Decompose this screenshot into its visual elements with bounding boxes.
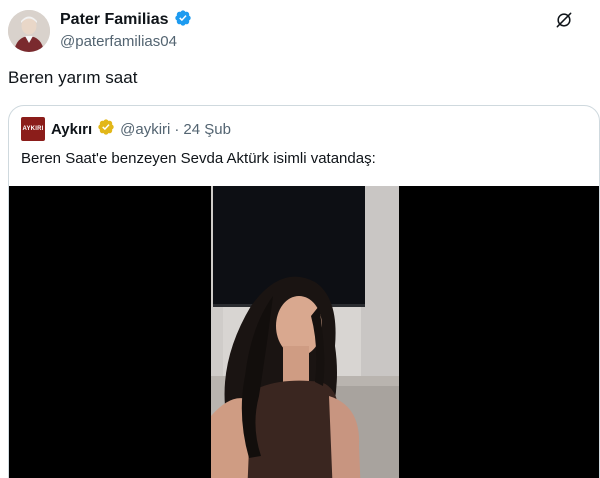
quote-video[interactable]: [9, 186, 599, 478]
quote-author-handle[interactable]: @aykiri: [120, 121, 170, 138]
author-block: Pater Familias @paterfamilias04: [60, 9, 192, 50]
author-avatar[interactable]: [8, 10, 50, 52]
quote-date[interactable]: 24 Şub: [183, 121, 231, 138]
author-handle[interactable]: @paterfamilias04: [60, 33, 192, 50]
video-frame[interactable]: [211, 186, 399, 478]
verified-gold-badge-icon: [97, 118, 115, 141]
grok-icon[interactable]: [554, 10, 574, 30]
tweet: Pater Familias @paterfamilias04 Beren ya…: [0, 0, 600, 478]
quote-header: AYKIRI Aykırı @aykiri · 24 Şub: [21, 117, 231, 141]
quote-author-name[interactable]: Aykırı: [51, 121, 92, 138]
quote-meta-separator: ·: [174, 120, 180, 138]
quote-text: Beren Saat'e benzeyen Sevda Aktürk isiml…: [21, 150, 376, 167]
tweet-text: Beren yarım saat: [8, 68, 138, 87]
quote-author-avatar[interactable]: AYKIRI: [21, 117, 45, 141]
verified-badge-icon: [174, 9, 192, 32]
quoted-tweet[interactable]: AYKIRI Aykırı @aykiri · 24 Şub Beren Saa…: [8, 105, 600, 478]
author-name[interactable]: Pater Familias: [60, 11, 169, 29]
